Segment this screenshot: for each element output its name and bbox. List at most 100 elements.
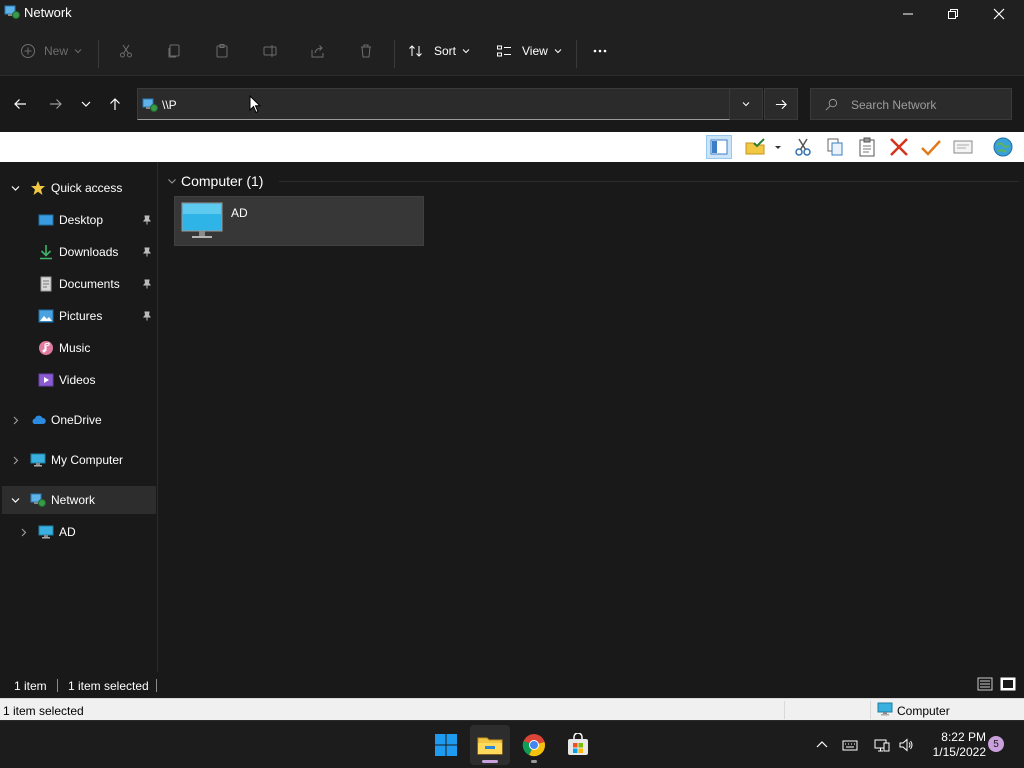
cut-icon — [120, 44, 132, 58]
view-button[interactable]: View — [496, 38, 562, 64]
expand-chevron[interactable] — [9, 454, 21, 466]
sort-label: Sort — [434, 44, 457, 58]
sidebar-item-network[interactable]: Network — [2, 486, 156, 514]
copy-icon — [827, 138, 843, 156]
legacy-toolbar — [0, 132, 1024, 162]
cut-button[interactable] — [118, 38, 134, 64]
legacy-zone: Computer — [897, 704, 950, 718]
sidebar-item-quick-access[interactable]: Quick access — [2, 174, 156, 202]
chevron-down-icon — [81, 101, 91, 107]
tiles-view-button[interactable] — [1000, 677, 1018, 693]
dropdown-button[interactable] — [770, 135, 786, 159]
legacy-properties-button[interactable] — [950, 135, 976, 159]
sidebar-item-label: OneDrive — [51, 413, 102, 427]
restore-icon — [948, 9, 958, 19]
close-icon — [993, 8, 1005, 20]
sidebar-item-label: Videos — [59, 373, 96, 387]
file-list: Computer (1) AD — [159, 162, 1024, 672]
notification-badge[interactable]: 5 — [988, 736, 1004, 752]
sidebar-item-videos[interactable]: Videos — [2, 366, 156, 394]
sidebar-item-ad[interactable]: AD — [2, 518, 156, 546]
sort-button[interactable]: Sort — [408, 38, 470, 64]
share-button[interactable] — [310, 38, 326, 64]
address-bar[interactable]: \\P — [137, 88, 730, 120]
pictures-icon — [38, 309, 54, 323]
address-value: \\P — [162, 98, 177, 112]
legacy-apply-button[interactable] — [918, 135, 944, 159]
preview-pane-button[interactable] — [706, 135, 732, 159]
back-button[interactable] — [8, 92, 32, 116]
details-view-button[interactable] — [977, 677, 995, 693]
pin-icon — [143, 279, 151, 289]
select-folder-button[interactable] — [742, 135, 768, 159]
downloads-icon — [40, 245, 52, 260]
clock[interactable]: 8:22 PM 1/15/2022 — [924, 730, 986, 760]
new-button[interactable]: New — [20, 38, 82, 64]
expand-chevron[interactable] — [17, 526, 29, 538]
paste-button[interactable] — [214, 38, 230, 64]
address-history-button[interactable] — [730, 88, 763, 120]
running-indicator — [531, 760, 537, 763]
mouse-cursor-icon — [249, 95, 261, 114]
plus-circle-icon — [21, 44, 35, 58]
cut-icon — [795, 138, 811, 156]
details-view-icon — [977, 677, 993, 691]
paste-icon — [216, 44, 228, 58]
more-options-button[interactable] — [592, 38, 608, 64]
go-button[interactable] — [764, 88, 798, 120]
expand-chevron[interactable] — [9, 182, 21, 194]
volume-icon — [899, 738, 913, 752]
sidebar-item-my-computer[interactable]: My Computer — [2, 446, 156, 474]
sidebar-item-onedrive[interactable]: OneDrive — [2, 406, 156, 434]
taskbar-file-explorer[interactable] — [470, 725, 510, 765]
sidebar-item-desktop[interactable]: Desktop — [2, 206, 156, 234]
active-indicator — [482, 760, 498, 763]
chevron-down-icon — [462, 49, 470, 54]
rename-icon — [263, 45, 277, 57]
separator — [394, 40, 395, 68]
sidebar-item-music[interactable]: Music — [2, 334, 156, 362]
close-button[interactable] — [976, 0, 1022, 28]
forward-button[interactable] — [44, 92, 68, 116]
file-explorer-icon — [477, 737, 503, 755]
expand-chevron[interactable] — [9, 414, 21, 426]
restore-button[interactable] — [930, 0, 976, 28]
sidebar-item-documents[interactable]: Documents — [2, 270, 156, 298]
sidebar-item-label: Network — [51, 493, 96, 507]
sort-icon — [409, 45, 422, 57]
properties-icon — [953, 140, 973, 154]
legacy-delete-button[interactable] — [886, 135, 912, 159]
legacy-copy-button[interactable] — [822, 135, 848, 159]
legacy-globe-button[interactable] — [990, 135, 1016, 159]
rename-button[interactable] — [262, 38, 278, 64]
sidebar-item-downloads[interactable]: Downloads — [2, 238, 156, 266]
tray-keyboard[interactable] — [840, 735, 860, 755]
expand-chevron[interactable] — [9, 494, 21, 506]
copy-button[interactable] — [166, 38, 182, 64]
tray-network[interactable] — [872, 735, 892, 755]
chevron-right-icon — [21, 528, 26, 536]
up-button[interactable] — [103, 92, 127, 116]
recent-locations-button[interactable] — [74, 92, 98, 116]
selected-count: 1 item selected — [68, 679, 149, 693]
chevron-up-icon — [816, 741, 828, 748]
delete-button[interactable] — [358, 38, 374, 64]
legacy-selected-count: 1 item selected — [3, 704, 84, 718]
taskbar-chrome[interactable] — [514, 725, 554, 765]
taskbar-store[interactable] — [558, 725, 598, 765]
tiles-view-icon — [1000, 677, 1016, 691]
status-bar: 1 item 1 item selected — [0, 672, 1024, 698]
tray-overflow-button[interactable] — [812, 735, 832, 755]
sidebar-item-label: Downloads — [59, 245, 119, 259]
sidebar-item-pictures[interactable]: Pictures — [2, 302, 156, 330]
computer-icon — [877, 702, 893, 716]
tray-volume[interactable] — [896, 735, 916, 755]
legacy-cut-button[interactable] — [790, 135, 816, 159]
chevron-down-icon — [11, 185, 19, 191]
list-item[interactable]: AD — [174, 196, 424, 246]
search-box[interactable]: Search Network — [810, 88, 1012, 120]
legacy-paste-button[interactable] — [854, 135, 880, 159]
delete-icon — [890, 138, 908, 156]
minimize-button[interactable] — [885, 0, 931, 28]
start-button[interactable] — [426, 725, 466, 765]
